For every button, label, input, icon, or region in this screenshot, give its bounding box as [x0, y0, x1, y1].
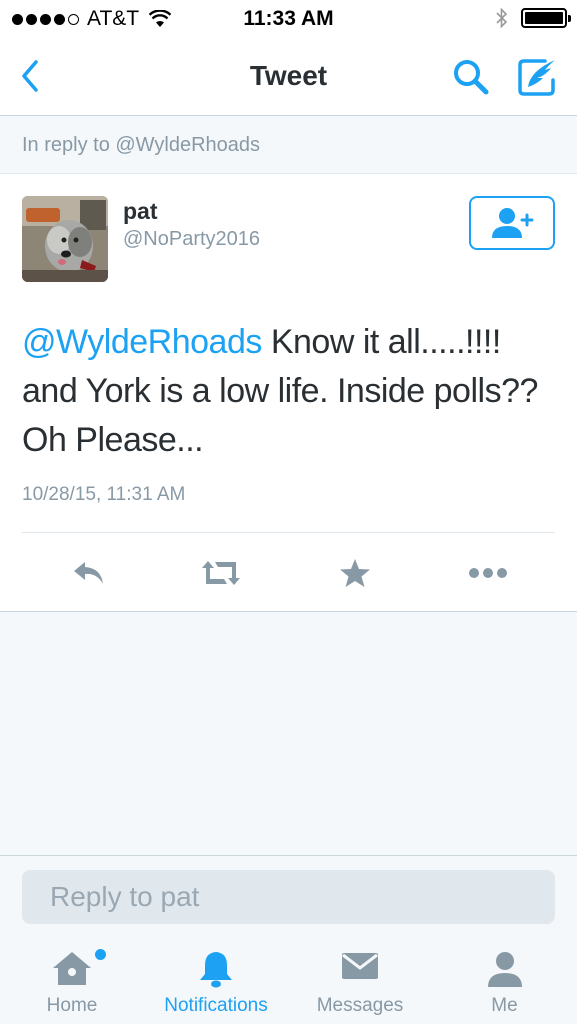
tab-messages-label: Messages: [316, 995, 404, 1016]
tweet-detail: pat @NoParty2016 @WyldeRhoads Know it al…: [0, 174, 577, 612]
tab-me-label: Me: [491, 995, 518, 1016]
status-bar: AT&T 11:33 AM: [0, 0, 577, 38]
status-right: [495, 7, 571, 29]
tweet-text-line2: and York is a low life. Inside polls??: [22, 372, 538, 410]
follow-button[interactable]: [469, 196, 555, 250]
retweet-button[interactable]: [199, 554, 243, 592]
tweet-timestamp: 10/28/15, 11:31 AM: [22, 484, 186, 505]
status-time: 11:33 AM: [243, 7, 334, 30]
tab-bar: Home Notifications Messages Me: [0, 939, 577, 1024]
tweet-text: @WyldeRhoads Know it all.....!!!! and Yo…: [22, 318, 557, 465]
tweet-text-line1: Know it all.....!!!!: [261, 323, 501, 361]
battery-icon: [521, 8, 571, 28]
avatar[interactable]: [22, 196, 108, 282]
tab-messages[interactable]: Messages: [288, 939, 432, 1024]
favorite-button[interactable]: [333, 554, 377, 592]
tab-home-label: Home: [46, 995, 98, 1016]
tab-home[interactable]: Home: [0, 939, 144, 1024]
envelope-icon: [342, 953, 378, 979]
mention-link[interactable]: @WyldeRhoads: [22, 323, 262, 361]
nav-bar: Tweet: [0, 38, 577, 116]
bell-icon: [200, 952, 232, 988]
search-icon[interactable]: [450, 56, 492, 98]
in-reply-to-banner[interactable]: In reply to @WyldeRhoads: [0, 116, 577, 174]
home-icon: [53, 952, 91, 985]
add-user-icon: [492, 208, 534, 238]
divider: [22, 532, 555, 533]
dog-avatar-image: [22, 196, 108, 282]
tab-notifications-label: Notifications: [164, 995, 268, 1016]
tab-me[interactable]: Me: [432, 939, 577, 1024]
user-handle[interactable]: @NoParty2016: [123, 228, 260, 251]
tab-notifications[interactable]: Notifications: [144, 939, 288, 1024]
tweet-text-line3: Oh Please...: [22, 421, 204, 459]
more-dots-icon: [469, 568, 507, 578]
compose-tweet-icon[interactable]: [515, 56, 559, 98]
new-content-indicator: [95, 949, 106, 960]
reply-input[interactable]: [22, 870, 555, 924]
in-reply-to-label: In reply to @WyldeRhoads: [22, 134, 261, 156]
reply-button[interactable]: [67, 554, 111, 592]
star-icon: [340, 559, 370, 587]
reply-icon: [74, 562, 103, 584]
person-icon: [487, 952, 522, 987]
more-options-button[interactable]: [466, 554, 510, 592]
user-display-name[interactable]: pat: [123, 198, 158, 225]
bluetooth-icon: [496, 7, 508, 29]
reply-composer: [0, 855, 577, 939]
retweet-icon: [202, 561, 240, 585]
